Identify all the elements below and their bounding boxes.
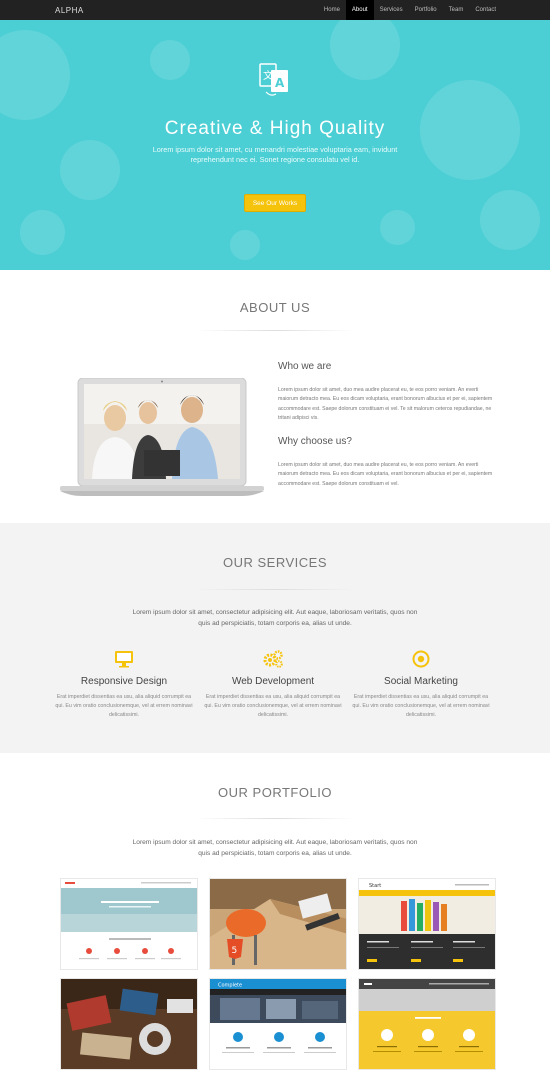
service-title: Responsive Design [80, 676, 168, 687]
brand-logo[interactable]: ALPHA [55, 6, 84, 15]
portfolio-thumbnail: Start [359, 879, 495, 969]
service-title: Social Marketing [384, 676, 458, 687]
service-web-development: Web Development Erat imperdiet dissentia… [203, 650, 343, 721]
portfolio-item-3[interactable]: Start [358, 878, 496, 970]
bokeh-decoration [60, 140, 120, 200]
nav-item-contact[interactable]: Contact [469, 0, 502, 20]
services-intro: Lorem ipsum dolor sit amet, consectetur … [132, 609, 418, 627]
bokeh-decoration [20, 210, 65, 255]
portfolio-item-6[interactable] [358, 978, 496, 1070]
bokeh-decoration [0, 30, 70, 120]
portfolio-thumbnail [359, 979, 495, 1069]
laptop-team-image [60, 378, 264, 496]
bokeh-decoration [380, 210, 415, 245]
bokeh-decoration [150, 40, 190, 80]
portfolio-thumbnail: Complete [210, 979, 346, 1069]
bokeh-decoration [330, 20, 400, 80]
why-choose-us-text: Lorem ipsum dolor sit amet, duo mea audi… [278, 462, 493, 487]
about-title: ABOUT US [239, 300, 311, 315]
nav-item-portfolio[interactable]: Portfolio [409, 0, 443, 20]
target-icon [412, 650, 430, 668]
section-divider [195, 818, 355, 819]
thumb-brand-start: Start [369, 883, 381, 889]
nav-menu: Home About Services Portfolio Team Conta… [318, 0, 502, 20]
portfolio-item-2[interactable]: 5 [209, 878, 347, 970]
nav-item-team[interactable]: Team [443, 0, 470, 20]
portfolio-item-1[interactable] [60, 878, 198, 970]
portfolio-title: OUR PORTFOLIO [218, 785, 332, 800]
portfolio-intro: Lorem ipsum dolor sit amet, consectetur … [132, 839, 418, 857]
nav-item-home[interactable]: Home [318, 0, 346, 20]
gears-icon [263, 650, 283, 668]
portfolio-item-5[interactable]: Complete [209, 978, 347, 1070]
bokeh-decoration [480, 190, 540, 250]
html5-badge-text: 5 [232, 946, 238, 956]
hero-text: Lorem ipsum dolor sit amet, cu menandri … [152, 145, 398, 164]
see-our-works-button[interactable]: See Our Works [244, 194, 306, 212]
bokeh-decoration [230, 230, 260, 260]
who-we-are-text: Lorem ipsum dolor sit amet, duo mea audi… [278, 387, 493, 421]
nav-item-about[interactable]: About [345, 0, 374, 20]
who-we-are-heading: Who we are [278, 361, 332, 372]
svg-text:A: A [275, 76, 285, 90]
service-social-marketing: Social Marketing Erat imperdiet dissenti… [351, 650, 491, 721]
portfolio-thumbnail [61, 879, 197, 969]
thumb-brand-complete: Complete [218, 983, 242, 989]
service-text: Erat imperdiet dissentias ea usu, alia a… [55, 694, 193, 719]
portfolio-thumbnail: 5 [210, 879, 346, 969]
top-navbar: ALPHA Home About Services Portfolio Team… [0, 0, 550, 20]
services-section: OUR SERVICES Lorem ipsum dolor sit amet,… [0, 523, 550, 753]
service-title: Web Development [231, 676, 315, 687]
hero-title: Creative & High Quality [164, 118, 386, 139]
hero-section: 文 A Creative & High Quality Lorem ipsum … [0, 20, 550, 270]
service-responsive-design: Responsive Design Erat imperdiet dissent… [54, 650, 194, 721]
portfolio-item-4[interactable] [60, 978, 198, 1070]
section-divider [195, 589, 355, 590]
nav-item-services[interactable]: Services [374, 0, 409, 20]
translate-icon: 文 A [259, 63, 288, 96]
portfolio-thumbnail [61, 979, 197, 1069]
monitor-icon [115, 651, 133, 668]
svg-text:文: 文 [263, 69, 273, 82]
section-divider [195, 330, 355, 331]
service-text: Erat imperdiet dissentias ea usu, alia a… [204, 694, 342, 719]
why-choose-us-heading: Why choose us? [278, 436, 352, 447]
service-text: Erat imperdiet dissentias ea usu, alia a… [352, 694, 490, 719]
services-title: OUR SERVICES [222, 555, 327, 570]
